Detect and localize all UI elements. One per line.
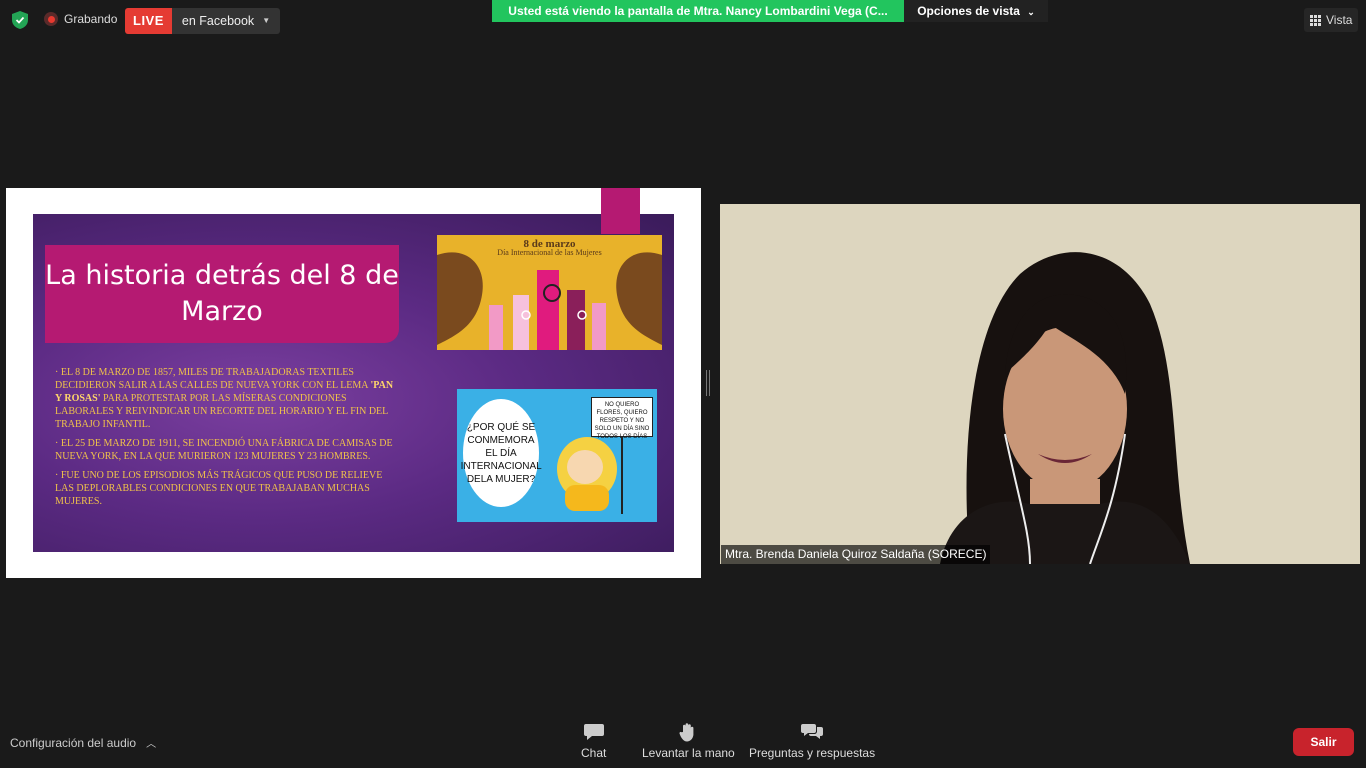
grid-view-icon bbox=[1310, 14, 1321, 26]
live-badge: LIVE bbox=[125, 8, 172, 34]
panel-resize-handle[interactable] bbox=[706, 370, 710, 396]
participant-video-feed bbox=[720, 204, 1360, 564]
meeting-topbar: Grabando LIVE en Facebook ▼ Usted está v… bbox=[0, 0, 1366, 40]
audio-settings-label: Configuración del audio bbox=[10, 735, 137, 750]
raise-hand-label: Levantar la mano bbox=[642, 746, 735, 760]
view-label: Vista bbox=[1326, 13, 1353, 27]
shared-screen: La historia detrás del 8 de Marzo · El 8… bbox=[6, 188, 701, 578]
recording-label: Grabando bbox=[64, 12, 118, 26]
qa-icon bbox=[801, 724, 824, 739]
slide-accent-tab bbox=[601, 188, 640, 234]
view-options-button[interactable]: Opciones de vista ⌄ bbox=[904, 0, 1048, 22]
bullet-item: · Fue uno de los episodios más trágicos … bbox=[55, 470, 383, 507]
chevron-up-icon: ︿ bbox=[146, 739, 157, 750]
slide-title: La historia detrás del 8 de Marzo bbox=[45, 245, 399, 343]
cartoon-woman-illustration bbox=[557, 437, 623, 514]
participant-video bbox=[720, 204, 1360, 564]
chevron-down-icon: ⌄ bbox=[1027, 7, 1035, 17]
view-options-label: Opciones de vista bbox=[917, 4, 1020, 18]
view-button[interactable]: Vista bbox=[1304, 8, 1359, 32]
raise-hand-button[interactable]: Levantar la mano bbox=[642, 722, 735, 760]
leave-button[interactable]: Salir bbox=[1293, 728, 1354, 756]
recording-indicator[interactable]: Grabando bbox=[44, 12, 117, 26]
chat-button[interactable]: Chat bbox=[581, 722, 606, 760]
qa-label: Preguntas y respuestas bbox=[749, 746, 876, 760]
audio-settings-button[interactable]: Configuración del audio ︿ bbox=[10, 735, 157, 751]
raise-hand-icon bbox=[679, 723, 694, 742]
live-target-label: en Facebook bbox=[181, 14, 255, 28]
slide-title-text: La historia detrás del 8 de Marzo bbox=[45, 260, 399, 327]
participant-name-label: Mtra. Brenda Daniela Quiroz Saldaña (SOR… bbox=[721, 545, 991, 564]
bullet-item: · El 8 de marzo de 1857, miles de trabaj… bbox=[55, 367, 394, 430]
viewing-screen-banner: Usted está viendo la pantalla de Mtra. N… bbox=[492, 0, 904, 22]
qa-button[interactable]: Preguntas y respuestas bbox=[749, 722, 875, 760]
live-target[interactable]: en Facebook ▼ bbox=[171, 8, 281, 34]
bullet-item: · El 25 de marzo de 1911, se incendió un… bbox=[55, 438, 393, 462]
chat-icon bbox=[583, 724, 604, 740]
image-subtitle: Día Internacional de las Mujeres bbox=[497, 248, 602, 257]
meeting-toolbar: Configuración del audio ︿ Chat Levantar … bbox=[0, 712, 1366, 768]
slide-bullets: · El 8 de marzo de 1857, miles de trabaj… bbox=[55, 366, 395, 514]
womens-day-image: 8 de marzo Día Internacional de las Muje… bbox=[437, 235, 662, 350]
record-icon bbox=[44, 12, 58, 26]
security-shield-icon[interactable] bbox=[12, 11, 28, 29]
presentation-slide: La historia detrás del 8 de Marzo · El 8… bbox=[33, 188, 674, 552]
live-stream-button[interactable]: LIVE en Facebook ▼ bbox=[125, 8, 281, 34]
cartoon-image: ¿POR QUÉ SE CONMEMORA EL DÍA INTERNACION… bbox=[457, 389, 657, 522]
chat-label: Chat bbox=[581, 746, 607, 760]
caret-down-icon: ▼ bbox=[262, 16, 271, 25]
